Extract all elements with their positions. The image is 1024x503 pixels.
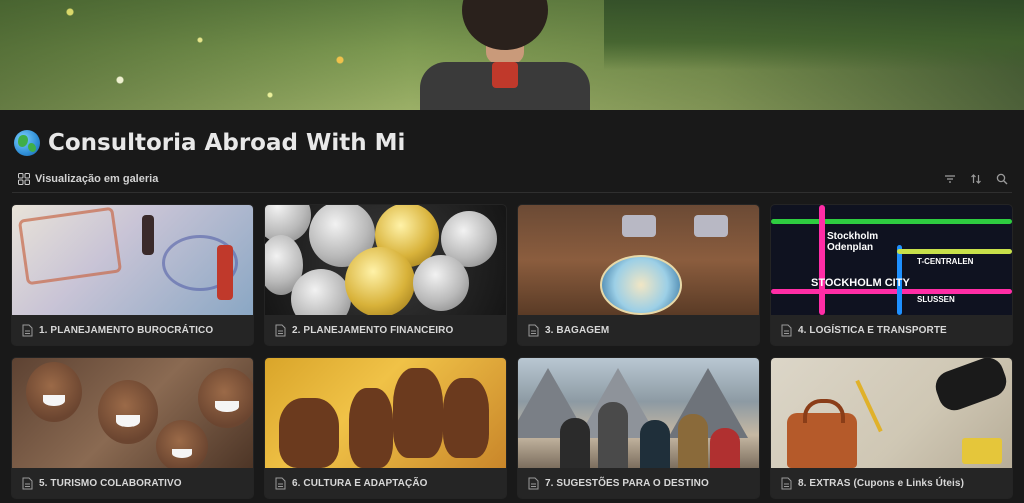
- card-label: 7. SUGESTÕES PARA O DESTINO: [518, 468, 759, 498]
- card-thumbnail-henna-hands: [265, 358, 506, 468]
- gallery-card[interactable]: Stockholm Odenplan STOCKHOLM CITY T-CENT…: [771, 205, 1012, 345]
- document-icon: [528, 324, 539, 336]
- metro-station-bottom: SLUSSEN: [917, 295, 955, 304]
- document-icon: [275, 477, 286, 489]
- card-thumbnail-travel-map: [771, 358, 1012, 468]
- card-title: 8. EXTRAS (Cupons e Links Úteis): [798, 477, 965, 489]
- card-title: 1. PLANEJAMENTO BUROCRÁTICO: [39, 324, 214, 336]
- card-title: 4. LOGÍSTICA E TRANSPORTE: [798, 324, 947, 336]
- card-label: 8. EXTRAS (Cupons e Links Úteis): [771, 468, 1012, 498]
- document-icon: [275, 324, 286, 336]
- gallery-view-label: Visualização em galeria: [35, 173, 159, 185]
- card-title: 6. CULTURA E ADAPTAÇÃO: [292, 477, 428, 489]
- gallery-card[interactable]: 8. EXTRAS (Cupons e Links Úteis): [771, 358, 1012, 498]
- gallery-card[interactable]: 2. PLANEJAMENTO FINANCEIRO: [265, 205, 506, 345]
- card-label: 6. CULTURA E ADAPTAÇÃO: [265, 468, 506, 498]
- view-tools: [944, 173, 1012, 185]
- card-title: 7. SUGESTÕES PARA O DESTINO: [545, 477, 709, 489]
- gallery-card[interactable]: 5. TURISMO COLABORATIVO: [12, 358, 253, 498]
- globe-icon: [14, 130, 40, 156]
- gallery-card[interactable]: 1. PLANEJAMENTO BUROCRÁTICO: [12, 205, 253, 345]
- view-bar: Visualização em galeria: [12, 166, 1012, 193]
- card-label: 5. TURISMO COLABORATIVO: [12, 468, 253, 498]
- card-label: 2. PLANEJAMENTO FINANCEIRO: [265, 315, 506, 345]
- search-icon[interactable]: [996, 173, 1008, 185]
- card-thumbnail-suitcase: [518, 205, 759, 315]
- document-icon: [528, 477, 539, 489]
- gallery-view-tab[interactable]: Visualização em galeria: [12, 168, 164, 190]
- document-icon: [781, 477, 792, 489]
- filter-icon[interactable]: [944, 173, 956, 185]
- card-label: 4. LOGÍSTICA E TRANSPORTE: [771, 315, 1012, 345]
- card-label: 3. BAGAGEM: [518, 315, 759, 345]
- card-title: 3. BAGAGEM: [545, 324, 610, 336]
- card-thumbnail-children: [12, 358, 253, 468]
- document-icon: [781, 324, 792, 336]
- cover-trees: [604, 0, 1024, 70]
- gallery-card[interactable]: 3. BAGAGEM: [518, 205, 759, 345]
- gallery-grid-icon: [18, 173, 30, 185]
- cover-hiker: [420, 0, 590, 110]
- card-thumbnail-coins: [265, 205, 506, 315]
- card-thumbnail-metro-map: Stockholm Odenplan STOCKHOLM CITY T-CENT…: [771, 205, 1012, 315]
- gallery-card[interactable]: 7. SUGESTÕES PARA O DESTINO: [518, 358, 759, 498]
- page-title: Consultoria Abroad With Mi: [14, 126, 405, 160]
- page-title-text: Consultoria Abroad With Mi: [48, 130, 406, 156]
- document-icon: [22, 324, 33, 336]
- cover-image: [0, 0, 1024, 110]
- card-label: 1. PLANEJAMENTO BUROCRÁTICO: [12, 315, 253, 345]
- card-thumbnail-passport: [12, 205, 253, 315]
- card-title: 5. TURISMO COLABORATIVO: [39, 477, 182, 489]
- sort-icon[interactable]: [970, 173, 982, 185]
- metro-station-top: Stockholm Odenplan: [827, 231, 879, 253]
- metro-city-label: STOCKHOLM CITY: [811, 277, 910, 289]
- gallery-grid: 1. PLANEJAMENTO BUROCRÁTICO 2. PLANEJAME…: [12, 205, 1012, 498]
- card-title: 2. PLANEJAMENTO FINANCEIRO: [292, 324, 454, 336]
- card-thumbnail-hikers: [518, 358, 759, 468]
- document-icon: [22, 477, 33, 489]
- gallery-card[interactable]: 6. CULTURA E ADAPTAÇÃO: [265, 358, 506, 498]
- metro-line-label: T-CENTRALEN: [917, 257, 974, 266]
